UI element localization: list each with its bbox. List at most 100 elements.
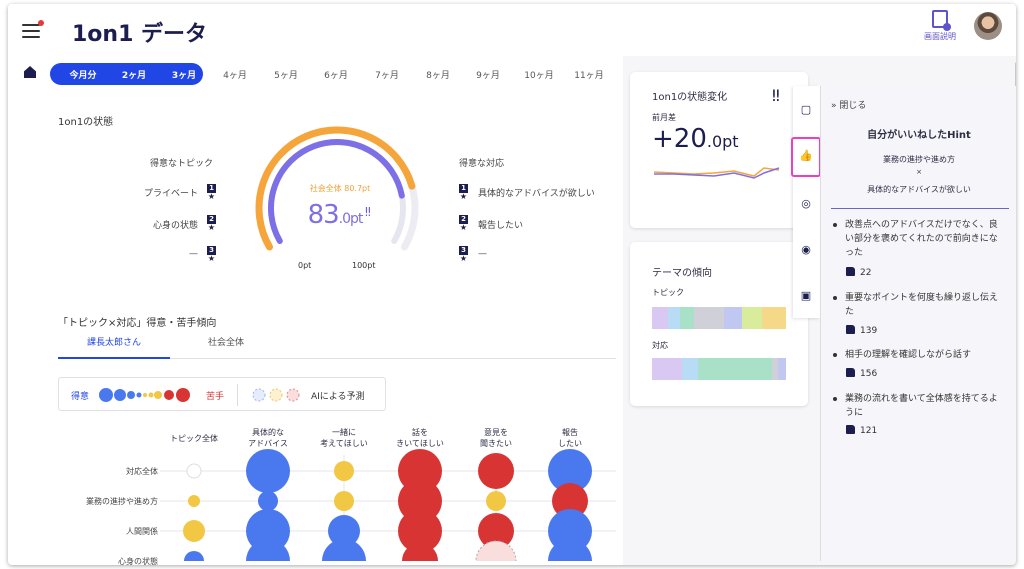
row-label-all: 対応全体 xyxy=(126,467,158,476)
change-title: 1on1の状態変化 xyxy=(652,92,728,103)
tab-period-4[interactable]: 4ヶ月 xyxy=(215,68,255,81)
topic-bar xyxy=(652,307,786,329)
bubble xyxy=(246,449,290,493)
gauge-min-label: 0pt xyxy=(298,261,312,270)
tab-period-5[interactable]: 5ヶ月 xyxy=(266,68,306,81)
tab-period-11[interactable]: 11ヶ月 xyxy=(569,68,609,81)
thumbs-up-icon xyxy=(846,267,855,276)
tab-period-8[interactable]: 8ヶ月 xyxy=(418,68,458,81)
menu-icon[interactable] xyxy=(22,20,44,38)
bubble xyxy=(478,453,514,489)
good-topic-3: — xyxy=(189,249,198,259)
bubble xyxy=(186,463,202,479)
hint-panel: » 閉じる 自分がいいねしたHint 業務の進捗や進め方 × 具体的なアドバイス… xyxy=(820,86,1016,561)
row-label-progress: 業務の進捗や進め方 xyxy=(86,497,158,506)
trend-sparkline xyxy=(654,167,780,179)
row-label-mind: 心身の状態 xyxy=(118,557,158,566)
close-button[interactable]: » 閉じる xyxy=(831,98,866,111)
legend-ai-label: AIによる予測 xyxy=(311,392,365,402)
good-topic-2: 心身の状態 xyxy=(152,221,198,231)
tab-period-10[interactable]: 10ヶ月 xyxy=(519,68,559,81)
gauge-max-label: 100pt xyxy=(352,261,376,270)
like-value: 22 xyxy=(860,268,872,278)
rank-3-icon: 3 ★ xyxy=(207,246,216,263)
medal-icon: ‼ xyxy=(365,205,371,219)
thumbs-up-icon xyxy=(846,425,855,434)
ai-legend-icons xyxy=(252,388,300,402)
help-button[interactable]: 画面説明 xyxy=(920,10,960,42)
matrix-title: 「トピック×対応」得意・苦手傾向 xyxy=(58,318,217,329)
double-chevron-icon: » xyxy=(831,101,837,111)
hint-response: 具体的なアドバイスが欲しい xyxy=(867,185,971,194)
bubble xyxy=(183,520,205,542)
hint-divider xyxy=(831,208,1009,209)
tab-period-7[interactable]: 7ヶ月 xyxy=(367,68,407,81)
like-count[interactable]: 139 xyxy=(846,325,877,336)
row-label-relations: 人間関係 xyxy=(126,527,158,536)
tab-period-6[interactable]: 6ヶ月 xyxy=(316,68,356,81)
bubble xyxy=(334,461,354,481)
diff-unit: .0pt xyxy=(706,132,739,151)
hint-item[interactable]: 相手の理解を確認しながら話す xyxy=(833,348,1001,362)
response-bar xyxy=(652,358,786,380)
award-icon: ‼ xyxy=(772,86,780,105)
bubble xyxy=(334,491,354,511)
matrix-tabs: 課長太郎さん 社会全体 xyxy=(58,333,616,359)
hint-item[interactable]: 業務の流れを書いて全体感を持てるように xyxy=(833,392,1001,420)
like-count[interactable]: 156 xyxy=(846,368,877,379)
tab-period-1[interactable]: 今月分 xyxy=(63,68,103,81)
good-response-3: — xyxy=(478,249,487,259)
bubble xyxy=(486,491,506,511)
good-response-1: 具体的なアドバイスが欲しい xyxy=(478,189,595,199)
user-avatar[interactable] xyxy=(974,12,1002,40)
bubble xyxy=(184,551,204,561)
theme-trend-card: テーマの傾向 トピック 対応 xyxy=(630,242,808,406)
bubble xyxy=(475,540,517,561)
like-value: 121 xyxy=(860,426,878,436)
notification-dot xyxy=(38,20,44,26)
bubble xyxy=(258,491,278,511)
rank-1-icon: 1 ★ xyxy=(459,184,468,201)
theme-title: テーマの傾向 xyxy=(652,268,712,279)
hint-times: × xyxy=(916,168,922,176)
hint-title: 自分がいいねしたHint xyxy=(867,130,971,141)
tab-society[interactable]: 社会全体 xyxy=(170,333,282,359)
hint-item[interactable]: 重要なポイントを何度も繰り返し伝えた xyxy=(833,291,1001,319)
topic-response-matrix xyxy=(160,449,616,561)
tab-period-3[interactable]: 3ヶ月 xyxy=(164,68,204,81)
tab-period-9[interactable]: 9ヶ月 xyxy=(468,68,508,81)
rank-1-icon: 1 ★ xyxy=(207,184,216,201)
legend-bad-label: 苦手 xyxy=(206,392,225,402)
like-count[interactable]: 22 xyxy=(846,267,871,278)
status-title: 1on1の状態 xyxy=(58,117,114,128)
diff-number: +20 xyxy=(652,124,707,154)
rank-3-icon: 3 ★ xyxy=(459,246,468,263)
status-change-card: 1on1の状態変化 前月差 +20.0pt ‼ xyxy=(630,72,808,228)
good-topic-title: 得意なトピック xyxy=(150,159,214,169)
topic-label: トピック xyxy=(652,288,684,297)
diff-value: +20.0pt xyxy=(652,124,739,154)
rank-2-icon: 2 ★ xyxy=(207,215,216,232)
like-count[interactable]: 121 xyxy=(846,425,877,436)
thumbs-up-icon xyxy=(846,368,855,377)
society-score: 社会全体 80.7pt xyxy=(309,184,371,193)
legend-good-label: 得意 xyxy=(71,392,90,402)
hint-item[interactable]: 改善点へのアドバイスだけでなく、良い部分を褒めてくれたので前向きになった xyxy=(833,218,1001,260)
people-icon[interactable]: ◎ xyxy=(799,198,813,210)
hint-text: 業務の流れを書いて全体感を持てるように xyxy=(845,394,998,418)
person-icon[interactable]: ◉ xyxy=(799,244,813,256)
like-value: 139 xyxy=(860,326,878,336)
comment-add-icon[interactable]: ▢ xyxy=(799,104,813,116)
hint-text: 改善点へのアドバイスだけでなく、良い部分を褒めてくれたので前向きになった xyxy=(845,220,998,258)
hint-text: 重要なポイントを何度も繰り返し伝えた xyxy=(845,293,999,317)
left-nav xyxy=(8,56,53,565)
note-add-icon[interactable]: ▣ xyxy=(799,290,813,302)
tab-self[interactable]: 課長太郎さん xyxy=(58,333,170,359)
good-response-title: 得意な対応 xyxy=(459,159,505,169)
help-label: 画面説明 xyxy=(924,32,956,41)
like-value: 156 xyxy=(860,369,878,379)
legend-scale xyxy=(99,388,190,402)
hint-text: 相手の理解を確認しながら話す xyxy=(845,350,972,360)
good-response-2: 報告したい xyxy=(478,221,524,231)
tab-period-2[interactable]: 2ヶ月 xyxy=(114,68,154,81)
